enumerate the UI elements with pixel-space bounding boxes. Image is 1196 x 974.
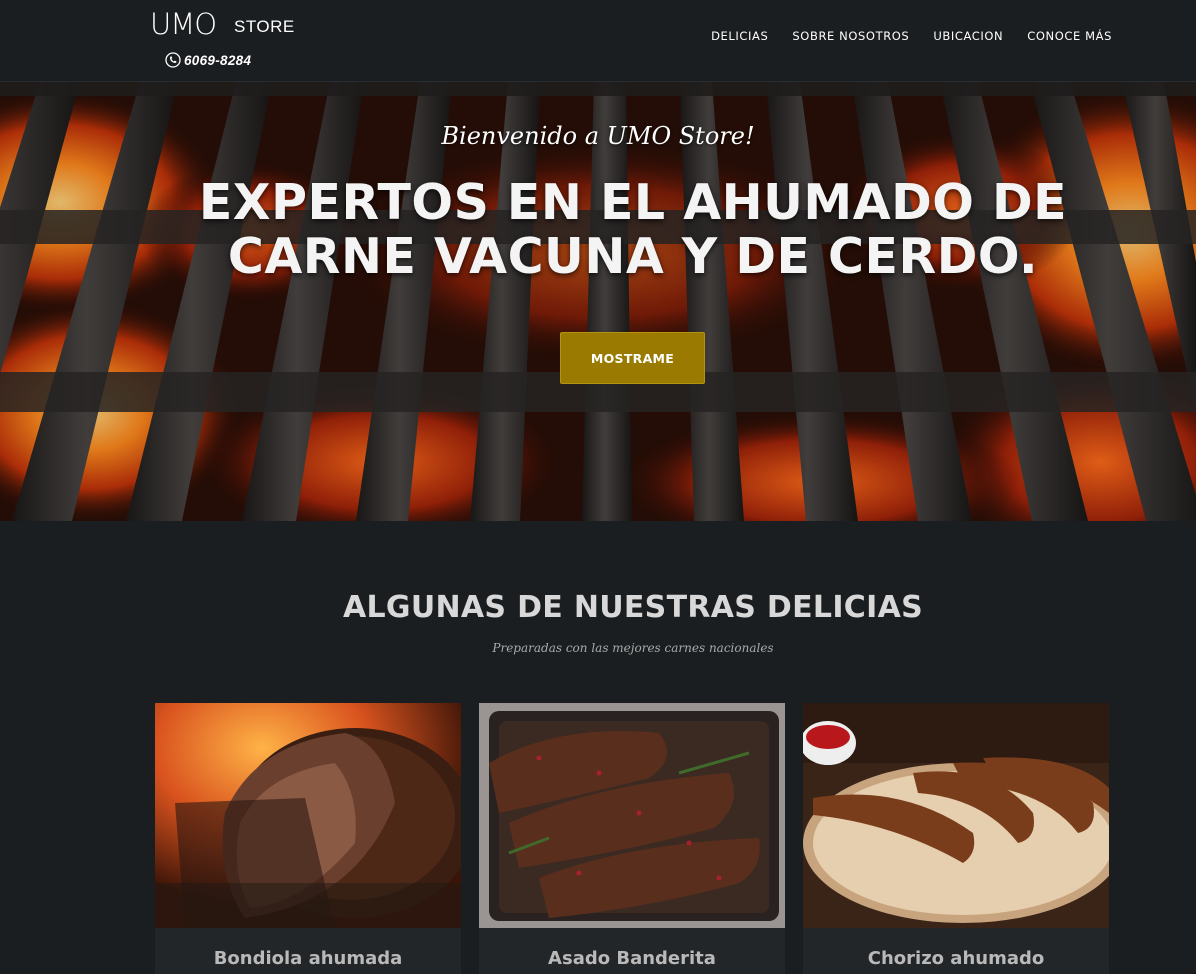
section-subtitle: Preparadas con las mejores carnes nacion… xyxy=(492,641,774,655)
nav-ubicacion[interactable]: UBICACION xyxy=(933,29,1003,43)
top-navbar: UMO STORE 6069-8284 DELICIAS SOBRE NOSOT… xyxy=(0,0,1196,82)
logo-sub-text: STORE xyxy=(234,17,295,36)
product-card-bondiola[interactable]: Bondiola ahumada xyxy=(155,703,461,974)
nav-conoce-mas[interactable]: CONOCE MÁS xyxy=(1027,29,1112,43)
product-card-chorizo[interactable]: Chorizo ahumado xyxy=(803,703,1109,974)
mostrame-button[interactable]: MOSTRAME xyxy=(560,332,705,384)
product-title: Chorizo ahumado xyxy=(867,948,1045,969)
asado-banderita-image xyxy=(479,703,785,928)
hero-banner: Bienvenido a UMO Store! EXPERTOS EN EL A… xyxy=(0,82,1196,521)
product-card-asado[interactable]: Asado Banderita xyxy=(479,703,785,974)
hero-title: EXPERTOS EN EL AHUMADO DE CARNE VACUNA Y… xyxy=(120,176,1146,284)
hero-title-line-2: CARNE VACUNA Y DE CERDO. xyxy=(227,228,1039,285)
nav-sobre-nosotros[interactable]: SOBRE NOSOTROS xyxy=(792,29,909,43)
phone-icon xyxy=(165,52,181,68)
phone-number: 6069-8284 xyxy=(184,52,252,68)
hero-title-line-1: EXPERTOS EN EL AHUMADO DE xyxy=(198,174,1068,231)
bondiola-image xyxy=(155,703,461,928)
hero-subtitle: Bienvenido a UMO Store! xyxy=(441,122,755,150)
brand-logo[interactable]: UMO STORE xyxy=(150,6,310,46)
product-title: Asado Banderita xyxy=(548,948,716,969)
chorizo-image xyxy=(803,703,1109,928)
product-title: Bondiola ahumada xyxy=(213,948,403,969)
main-nav: DELICIAS SOBRE NOSOTROS UBICACION CONOCE… xyxy=(711,29,1112,43)
phone-contact[interactable]: 6069-8284 xyxy=(165,51,251,69)
logo-main-text: UMO xyxy=(150,7,217,41)
nav-delicias[interactable]: DELICIAS xyxy=(711,29,768,43)
section-title: ALGUNAS DE NUESTRAS DELICIAS xyxy=(342,590,923,625)
